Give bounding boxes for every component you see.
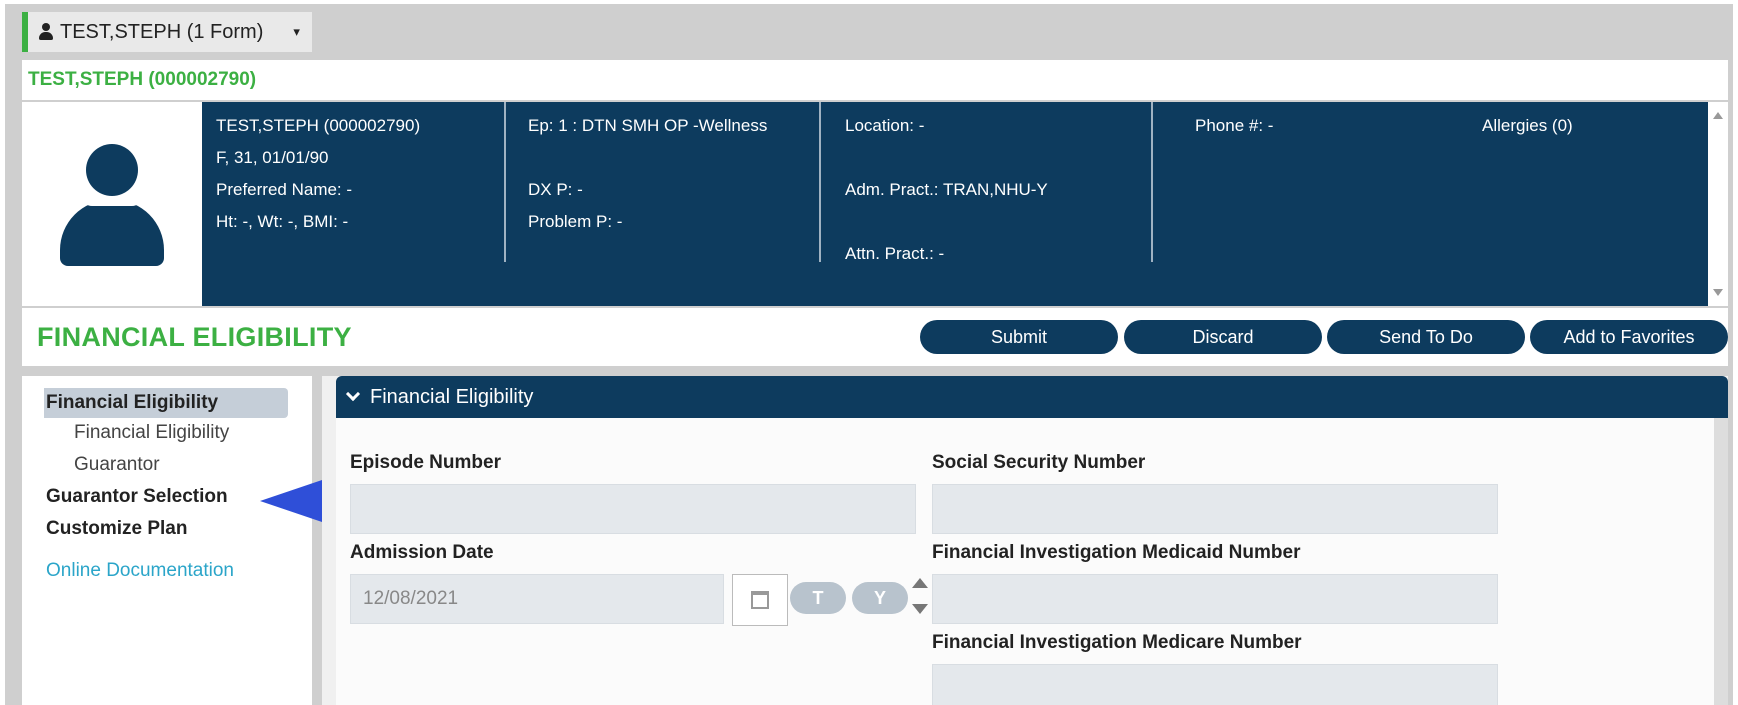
page-title: FINANCIAL ELIGIBILITY (37, 322, 352, 352)
ssn-field[interactable] (932, 484, 1498, 534)
admission-date-label: Admission Date (350, 542, 494, 563)
medicare-number-label: Financial Investigation Medicare Number (932, 632, 1302, 653)
banner-problem: Problem P: - (528, 212, 623, 231)
medicaid-number-label: Financial Investigation Medicaid Number (932, 542, 1301, 563)
yesterday-button[interactable]: Y (852, 582, 908, 614)
banner-col-allergies: Allergies (0) (1437, 102, 1637, 262)
banner-location: Location: - (845, 116, 925, 135)
form-navigation: Financial Eligibility Financial Eligibil… (22, 376, 312, 705)
chevron-down-icon[interactable]: ▾ (293, 24, 300, 40)
banner-attn-pract: Attn. Pract.: - (845, 244, 945, 263)
spinner-up-icon[interactable] (912, 578, 928, 588)
patient-id-header: TEST,STEPH (000002790) (22, 60, 1728, 100)
banner-episode: Ep: 1 : DTN SMH OP -Wellness (528, 116, 768, 135)
user-icon (38, 23, 54, 41)
admission-date-field[interactable]: 12/08/2021 (350, 574, 724, 624)
scroll-down-icon[interactable] (1713, 289, 1723, 296)
banner-col-phone: Phone #: - (1177, 102, 1427, 262)
discard-button[interactable]: Discard (1124, 320, 1322, 354)
calendar-icon (751, 591, 769, 609)
nav-subitem-financial-eligibility[interactable]: Financial Eligibility (74, 418, 229, 448)
form-main: Financial Eligibility Episode Number Soc… (322, 376, 1728, 705)
send-to-do-button[interactable]: Send To Do (1327, 320, 1525, 354)
nav-section: Financial Eligibility Financial Eligibil… (44, 388, 288, 550)
medicare-number-field[interactable] (932, 664, 1498, 705)
banner-spacer (833, 206, 1151, 238)
nav-subitem-guarantor[interactable]: Guarantor (74, 450, 160, 480)
submit-button[interactable]: Submit (920, 320, 1118, 354)
patient-banner: TEST,STEPH (000002790) F, 31, 01/01/90 P… (22, 102, 1728, 306)
banner-ht-wt-bmi: Ht: -, Wt: -, BMI: - (216, 212, 349, 231)
patient-form-tab[interactable]: TEST,STEPH (1 Form) ▾ (22, 12, 312, 52)
section-header-financial-eligibility[interactable]: Financial Eligibility (336, 376, 1728, 418)
avatar-box (22, 102, 202, 306)
section-body: Episode Number Social Security Number Ad… (336, 418, 1714, 705)
nav-item-guarantor-selection[interactable]: Guarantor Selection (44, 482, 228, 512)
patient-tab-label: TEST,STEPH (1 Form) (60, 20, 264, 43)
banner-sex-age-dob: F, 31, 01/01/90 (216, 148, 329, 167)
banner-spacer (516, 142, 819, 174)
banner-phone: Phone #: - (1195, 116, 1274, 135)
banner-col-episode: Ep: 1 : DTN SMH OP -Wellness DX P: - Pro… (516, 102, 821, 262)
banner-patient-name: TEST,STEPH (000002790) (216, 116, 421, 135)
episode-number-label: Episode Number (350, 452, 501, 473)
chevron-down-icon (345, 386, 361, 402)
title-bar: FINANCIAL ELIGIBILITY Submit Discard Sen… (22, 308, 1728, 366)
banner-info: TEST,STEPH (000002790) F, 31, 01/01/90 P… (202, 102, 1708, 306)
nav-item-customize-plan[interactable]: Customize Plan (44, 514, 187, 544)
main-scrollbar[interactable] (1714, 418, 1728, 705)
banner-allergies[interactable]: Allergies (0) (1437, 110, 1637, 142)
today-button[interactable]: T (790, 582, 846, 614)
episode-number-field[interactable] (350, 484, 916, 534)
banner-preferred-name: Preferred Name: - (216, 180, 353, 199)
banner-col-demographics: TEST,STEPH (000002790) F, 31, 01/01/90 P… (216, 102, 506, 262)
banner-col-location: Location: - Adm. Pract.: TRAN,NHU-Y Attn… (833, 102, 1153, 263)
avatar-icon (60, 144, 164, 266)
nav-item-financial-eligibility[interactable]: Financial Eligibility (44, 388, 288, 418)
spinner-down-icon[interactable] (912, 604, 928, 614)
banner-spacer (833, 142, 1151, 174)
banner-dx: DX P: - (528, 180, 583, 199)
scroll-up-icon[interactable] (1713, 112, 1723, 119)
banner-adm-pract: Adm. Pract.: TRAN,NHU-Y (845, 180, 1048, 199)
online-documentation-link[interactable]: Online Documentation (46, 560, 234, 582)
section-header-label: Financial Eligibility (370, 385, 534, 408)
calendar-button[interactable] (732, 574, 788, 626)
medicaid-number-field[interactable] (932, 574, 1498, 624)
add-to-favorites-button[interactable]: Add to Favorites (1530, 320, 1728, 354)
ssn-label: Social Security Number (932, 452, 1146, 473)
banner-scrollbar[interactable] (1708, 102, 1728, 306)
